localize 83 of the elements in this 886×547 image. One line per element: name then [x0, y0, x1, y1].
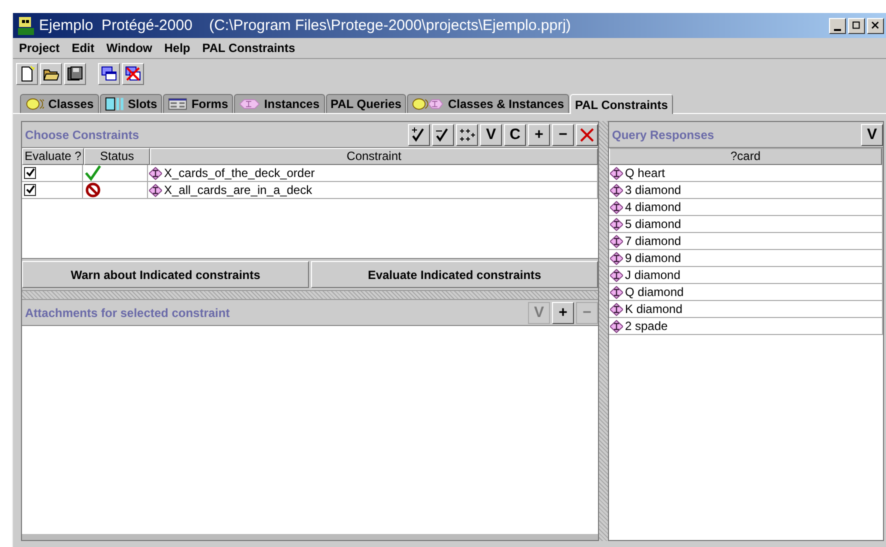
instance-icon	[610, 320, 623, 332]
column-header[interactable]: Status	[84, 148, 150, 165]
instance-icon	[610, 286, 623, 298]
tab[interactable]: Slots	[100, 94, 162, 113]
close-button[interactable]	[867, 18, 884, 34]
panel-title: Choose Constraints	[24, 128, 140, 142]
form-icon	[168, 97, 188, 111]
response-item[interactable]: 9 diamond	[625, 251, 682, 265]
tool-button[interactable]: V	[480, 124, 502, 146]
panel-title: Attachments for selected constraint	[24, 306, 231, 320]
tab[interactable]: Instances	[234, 94, 325, 113]
close-icon	[870, 20, 881, 31]
toolbar-button[interactable]	[16, 63, 38, 85]
tool-button[interactable]: C	[504, 124, 526, 146]
tick	[26, 185, 35, 194]
windows-icon	[101, 66, 117, 82]
instance-icon	[610, 234, 623, 248]
window-title: Ejemplo Protégé-2000 (C:\Program Files\Protege-2000\projects\Ejemplo.pprj)	[39, 17, 572, 34]
tab[interactable]: Classes & Instances	[407, 94, 569, 113]
response-item[interactable]: 2 spade	[625, 319, 668, 333]
response-item[interactable]: 7 diamond	[625, 234, 682, 248]
instance-icon	[610, 218, 623, 230]
tab[interactable]: PAL Constraints	[570, 94, 673, 114]
maximize-button[interactable]	[848, 18, 865, 34]
plus-grid-icon	[459, 126, 476, 142]
instance-icon	[610, 302, 623, 316]
constraint-name[interactable]: X_all_cards_are_in_a_deck	[164, 183, 312, 197]
tool-button[interactable]	[576, 124, 598, 146]
classes-instances-icon	[412, 97, 444, 111]
tool-button[interactable]: +	[528, 124, 550, 146]
instance-icon	[149, 184, 162, 196]
menu-item[interactable]: Edit	[72, 41, 94, 55]
menu-item[interactable]: PAL Constraints	[202, 41, 296, 55]
menu-item[interactable]: Window	[106, 41, 152, 55]
column-header[interactable]: Constraint	[150, 148, 598, 165]
instance-icon	[610, 268, 623, 282]
toolbar-button[interactable]	[40, 63, 62, 85]
minimize-icon	[834, 29, 841, 31]
instance-icon	[239, 97, 260, 111]
response-item[interactable]: 5 diamond	[625, 217, 682, 231]
response-item[interactable]: Q diamond	[625, 285, 684, 299]
slot-icon	[104, 97, 124, 111]
instance-icon	[610, 252, 623, 264]
constraint-name[interactable]: X_cards_of_the_deck_order	[164, 166, 315, 180]
tool-button[interactable]: +	[552, 302, 574, 324]
menu-item[interactable]: Project	[19, 41, 60, 55]
action-button[interactable]: Evaluate Indicated constraints	[311, 261, 598, 288]
checkbox[interactable]	[24, 167, 36, 179]
response-item[interactable]: 3 diamond	[625, 183, 682, 197]
toolbar-button[interactable]	[98, 63, 120, 85]
maximize-icon	[851, 20, 862, 31]
toolbar-button[interactable]	[122, 63, 144, 85]
tool-button[interactable]: −	[552, 124, 574, 146]
toolbar-button[interactable]	[64, 63, 86, 85]
tool-button[interactable]: V	[861, 124, 883, 146]
tool-button[interactable]	[456, 124, 478, 146]
response-item[interactable]: K diamond	[625, 302, 682, 316]
tab[interactable]: PAL Queries	[326, 94, 406, 113]
class-icon	[25, 97, 44, 111]
tool-button[interactable]	[432, 124, 454, 146]
instance-icon	[610, 200, 623, 214]
instance-icon	[610, 184, 623, 196]
response-item[interactable]: J diamond	[625, 268, 680, 282]
minimize-button[interactable]	[829, 18, 846, 34]
tick	[26, 168, 35, 177]
instance-icon	[149, 166, 162, 180]
new-file-icon	[19, 66, 35, 82]
menu-item[interactable]: Help	[164, 41, 190, 55]
instance-icon	[610, 166, 623, 180]
checkbox[interactable]	[24, 184, 36, 196]
response-item[interactable]: 4 diamond	[625, 200, 682, 214]
column-header[interactable]: ?card	[609, 148, 882, 165]
column-header[interactable]: Evaluate ?	[22, 148, 84, 165]
delete-icon	[579, 126, 596, 142]
tab[interactable]: Forms	[163, 94, 234, 113]
tab[interactable]: Classes	[20, 94, 99, 113]
action-button[interactable]: Warn about Indicated constraints	[22, 261, 310, 288]
save-icon	[67, 66, 83, 82]
close-windows-icon	[125, 66, 141, 82]
response-item[interactable]: Q heart	[625, 166, 666, 180]
tool-button[interactable]	[408, 124, 430, 146]
panel-title: Query Responses	[611, 128, 716, 142]
app-icon	[16, 16, 36, 36]
